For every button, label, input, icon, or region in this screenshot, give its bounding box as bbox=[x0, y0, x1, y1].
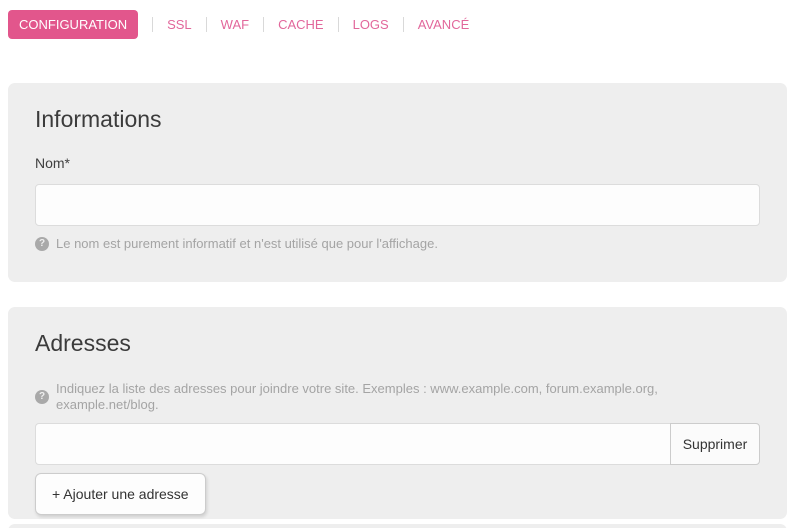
tab-separator bbox=[403, 17, 404, 32]
question-circle-icon: ? bbox=[35, 237, 49, 251]
adresses-help-text: Indiquez la liste des adresses pour join… bbox=[56, 381, 760, 413]
next-panel-partial bbox=[8, 524, 787, 528]
informations-panel-title: Informations bbox=[35, 83, 760, 133]
adresses-help-row: ? Indiquez la liste des adresses pour jo… bbox=[35, 381, 760, 413]
add-address-button[interactable]: + Ajouter une adresse bbox=[35, 473, 206, 515]
tab-separator bbox=[152, 17, 153, 32]
tab-separator bbox=[206, 17, 207, 32]
tab-waf[interactable]: WAF bbox=[221, 10, 249, 39]
tab-configuration[interactable]: CONFIGURATION bbox=[8, 10, 138, 39]
address-input-group: Supprimer bbox=[35, 423, 760, 465]
tab-avance[interactable]: AVANCÉ bbox=[418, 10, 470, 39]
adresses-panel-title: Adresses bbox=[35, 307, 760, 357]
tab-bar: CONFIGURATION SSL WAF CACHE LOGS AVANCÉ bbox=[8, 10, 795, 38]
tab-cache[interactable]: CACHE bbox=[278, 10, 324, 39]
question-circle-icon: ? bbox=[35, 390, 49, 404]
name-help-text: Le nom est purement informatif et n'est … bbox=[56, 236, 438, 252]
tab-separator bbox=[263, 17, 264, 32]
name-input[interactable] bbox=[35, 184, 760, 226]
name-field-label: Nom* bbox=[35, 155, 760, 172]
name-help-row: ? Le nom est purement informatif et n'es… bbox=[35, 236, 760, 252]
adresses-panel: Adresses ? Indiquez la liste des adresse… bbox=[8, 307, 787, 519]
tab-separator bbox=[338, 17, 339, 32]
tab-logs[interactable]: LOGS bbox=[353, 10, 389, 39]
address-input[interactable] bbox=[35, 423, 670, 465]
informations-panel: Informations Nom* ? Le nom est purement … bbox=[8, 83, 787, 282]
delete-address-button[interactable]: Supprimer bbox=[670, 423, 760, 465]
tab-ssl[interactable]: SSL bbox=[167, 10, 192, 39]
